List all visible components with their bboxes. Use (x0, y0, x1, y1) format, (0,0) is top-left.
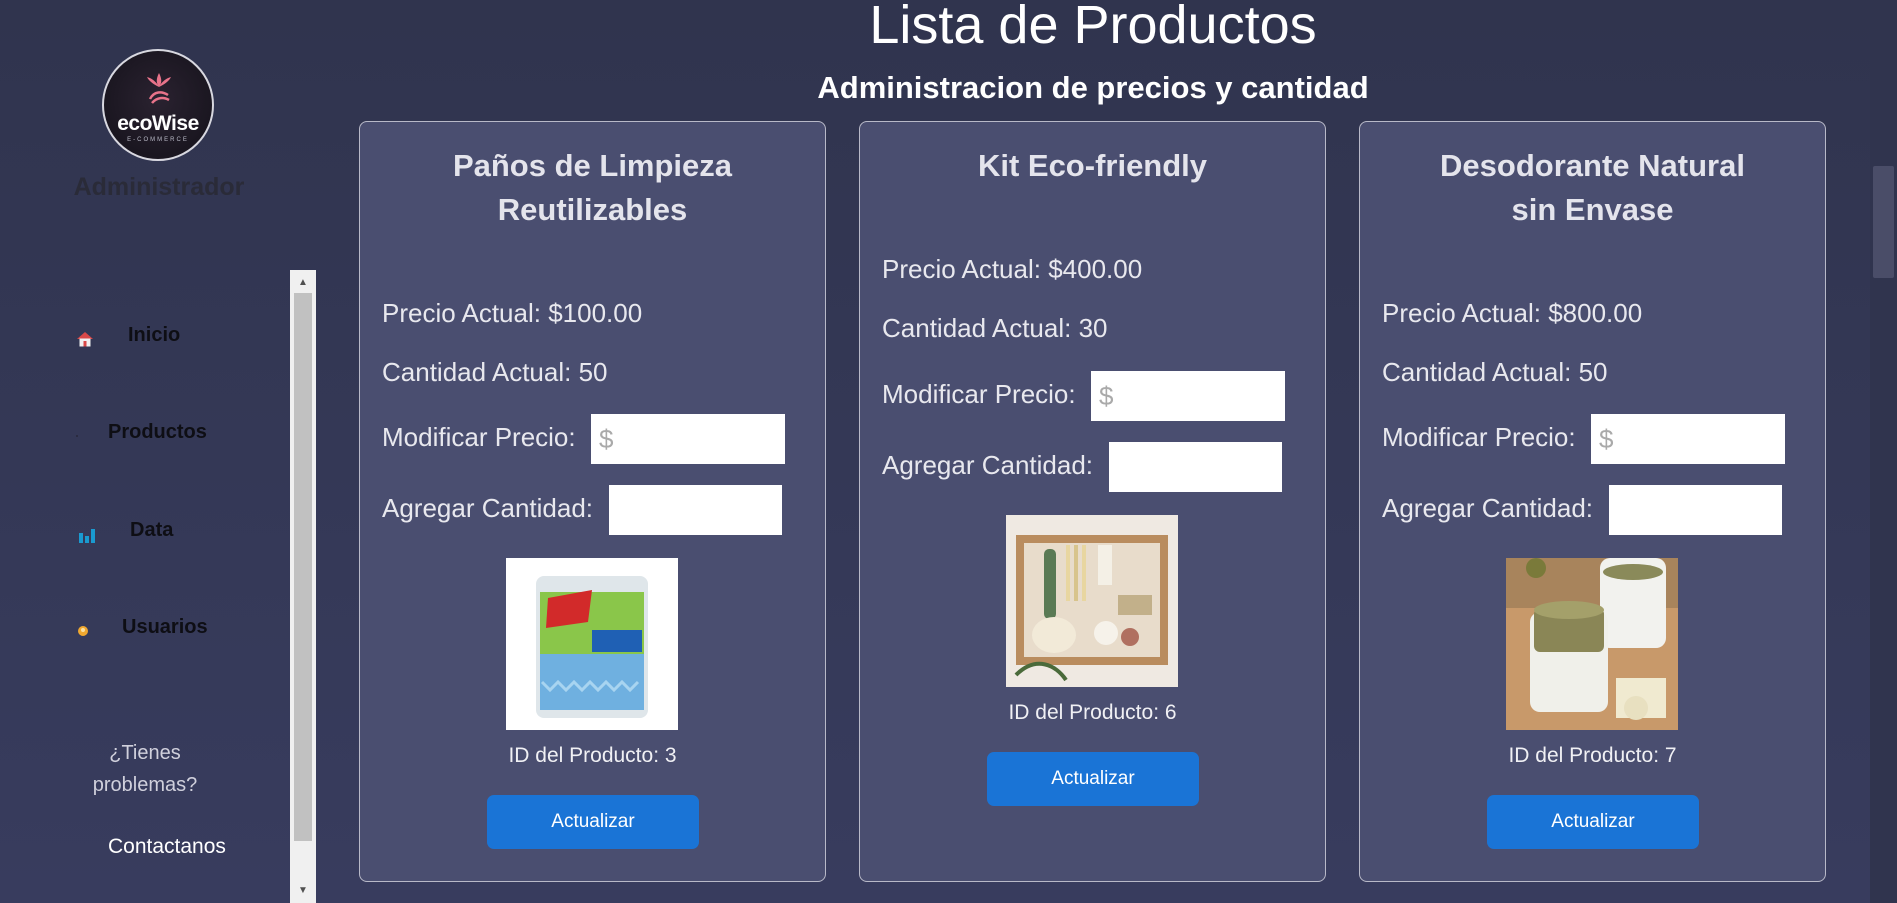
update-button[interactable]: Actualizar (487, 795, 699, 849)
product-name: Desodorante Natural sin Envase (1440, 148, 1745, 227)
sidebar-item-data[interactable]: Data (76, 519, 286, 549)
sidebar-item-productos[interactable]: Productos (76, 421, 286, 451)
page-scrollbar-thumb[interactable] (1873, 166, 1894, 278)
product-image (1006, 515, 1178, 687)
sidebar-item-label: Inicio (128, 324, 181, 346)
logo-subtext: E-COMMERCE (127, 137, 189, 143)
modify-price-label: Modificar Precio: (382, 422, 576, 452)
flower-icon (147, 73, 171, 104)
scroll-up-icon[interactable]: ▲ (290, 272, 316, 294)
user-icon (78, 626, 88, 636)
box-icon (76, 435, 78, 437)
price-input[interactable] (1591, 414, 1785, 464)
product-image (1506, 558, 1678, 730)
logo-text: ecoWise (117, 112, 199, 135)
sidebar-item-label: Usuarios (122, 616, 208, 638)
current-quantity: Cantidad Actual: 50 (382, 357, 608, 387)
modify-price-label: Modificar Precio: (1382, 422, 1576, 452)
price-input[interactable] (591, 414, 785, 464)
product-name: Kit Eco-friendly (977, 148, 1208, 183)
sidebar-item-label: Data (130, 519, 174, 541)
price-input[interactable] (1091, 371, 1285, 421)
product-image (506, 558, 678, 730)
page-title: Lista de Productos (869, 0, 1317, 55)
page-subtitle: Administracion de precios y cantidad (817, 70, 1369, 105)
update-button[interactable]: Actualizar (987, 752, 1199, 806)
product-card: Desodorante Natural sin Envase Precio Ac… (1359, 121, 1826, 882)
sidebar-item-inicio[interactable]: Inicio (76, 324, 286, 354)
product-id: ID del Producto: 3 (508, 744, 677, 767)
update-button[interactable]: Actualizar (1487, 795, 1699, 849)
home-icon (77, 332, 93, 347)
sidebar-item-label: Productos (108, 421, 207, 443)
current-price: Precio Actual: $100.00 (382, 298, 643, 328)
bar-chart-icon (79, 529, 95, 543)
scroll-down-icon[interactable]: ▼ (290, 880, 316, 902)
add-quantity-label: Agregar Cantidad: (882, 450, 1094, 480)
sidebar-item-usuarios[interactable]: Usuarios (76, 616, 286, 646)
sidebar: ecoWise E-COMMERCE Administrador Inicio … (0, 0, 318, 903)
product-name: Paños de Limpieza Reutilizables (452, 148, 733, 227)
product-id: ID del Producto: 7 (1508, 744, 1677, 767)
modify-price-label: Modificar Precio: (882, 379, 1076, 409)
sidebar-scrollbar-thumb[interactable] (294, 293, 312, 841)
product-card: Kit Eco-friendly Precio Actual: $400.00 … (859, 121, 1326, 882)
quantity-input[interactable] (1609, 485, 1782, 535)
contact-link[interactable]: Contactanos (108, 835, 226, 859)
product-id: ID del Producto: 6 (1008, 701, 1177, 724)
add-quantity-label: Agregar Cantidad: (1382, 493, 1594, 523)
current-price: Precio Actual: $400.00 (882, 254, 1143, 284)
add-quantity-label: Agregar Cantidad: (382, 493, 594, 523)
current-quantity: Cantidad Actual: 30 (882, 313, 1108, 343)
ecowise-logo[interactable]: ecoWise E-COMMERCE (102, 49, 214, 161)
current-price: Precio Actual: $800.00 (1382, 298, 1643, 328)
quantity-input[interactable] (1109, 442, 1282, 492)
current-quantity: Cantidad Actual: 50 (1382, 357, 1608, 387)
product-card: Paños de Limpieza Reutilizables Precio A… (359, 121, 826, 882)
help-text: ¿Tienes problemas? (92, 742, 198, 796)
page-scrollbar[interactable] (1870, 0, 1897, 903)
quantity-input[interactable] (609, 485, 782, 535)
role-title: Administrador (73, 173, 245, 201)
